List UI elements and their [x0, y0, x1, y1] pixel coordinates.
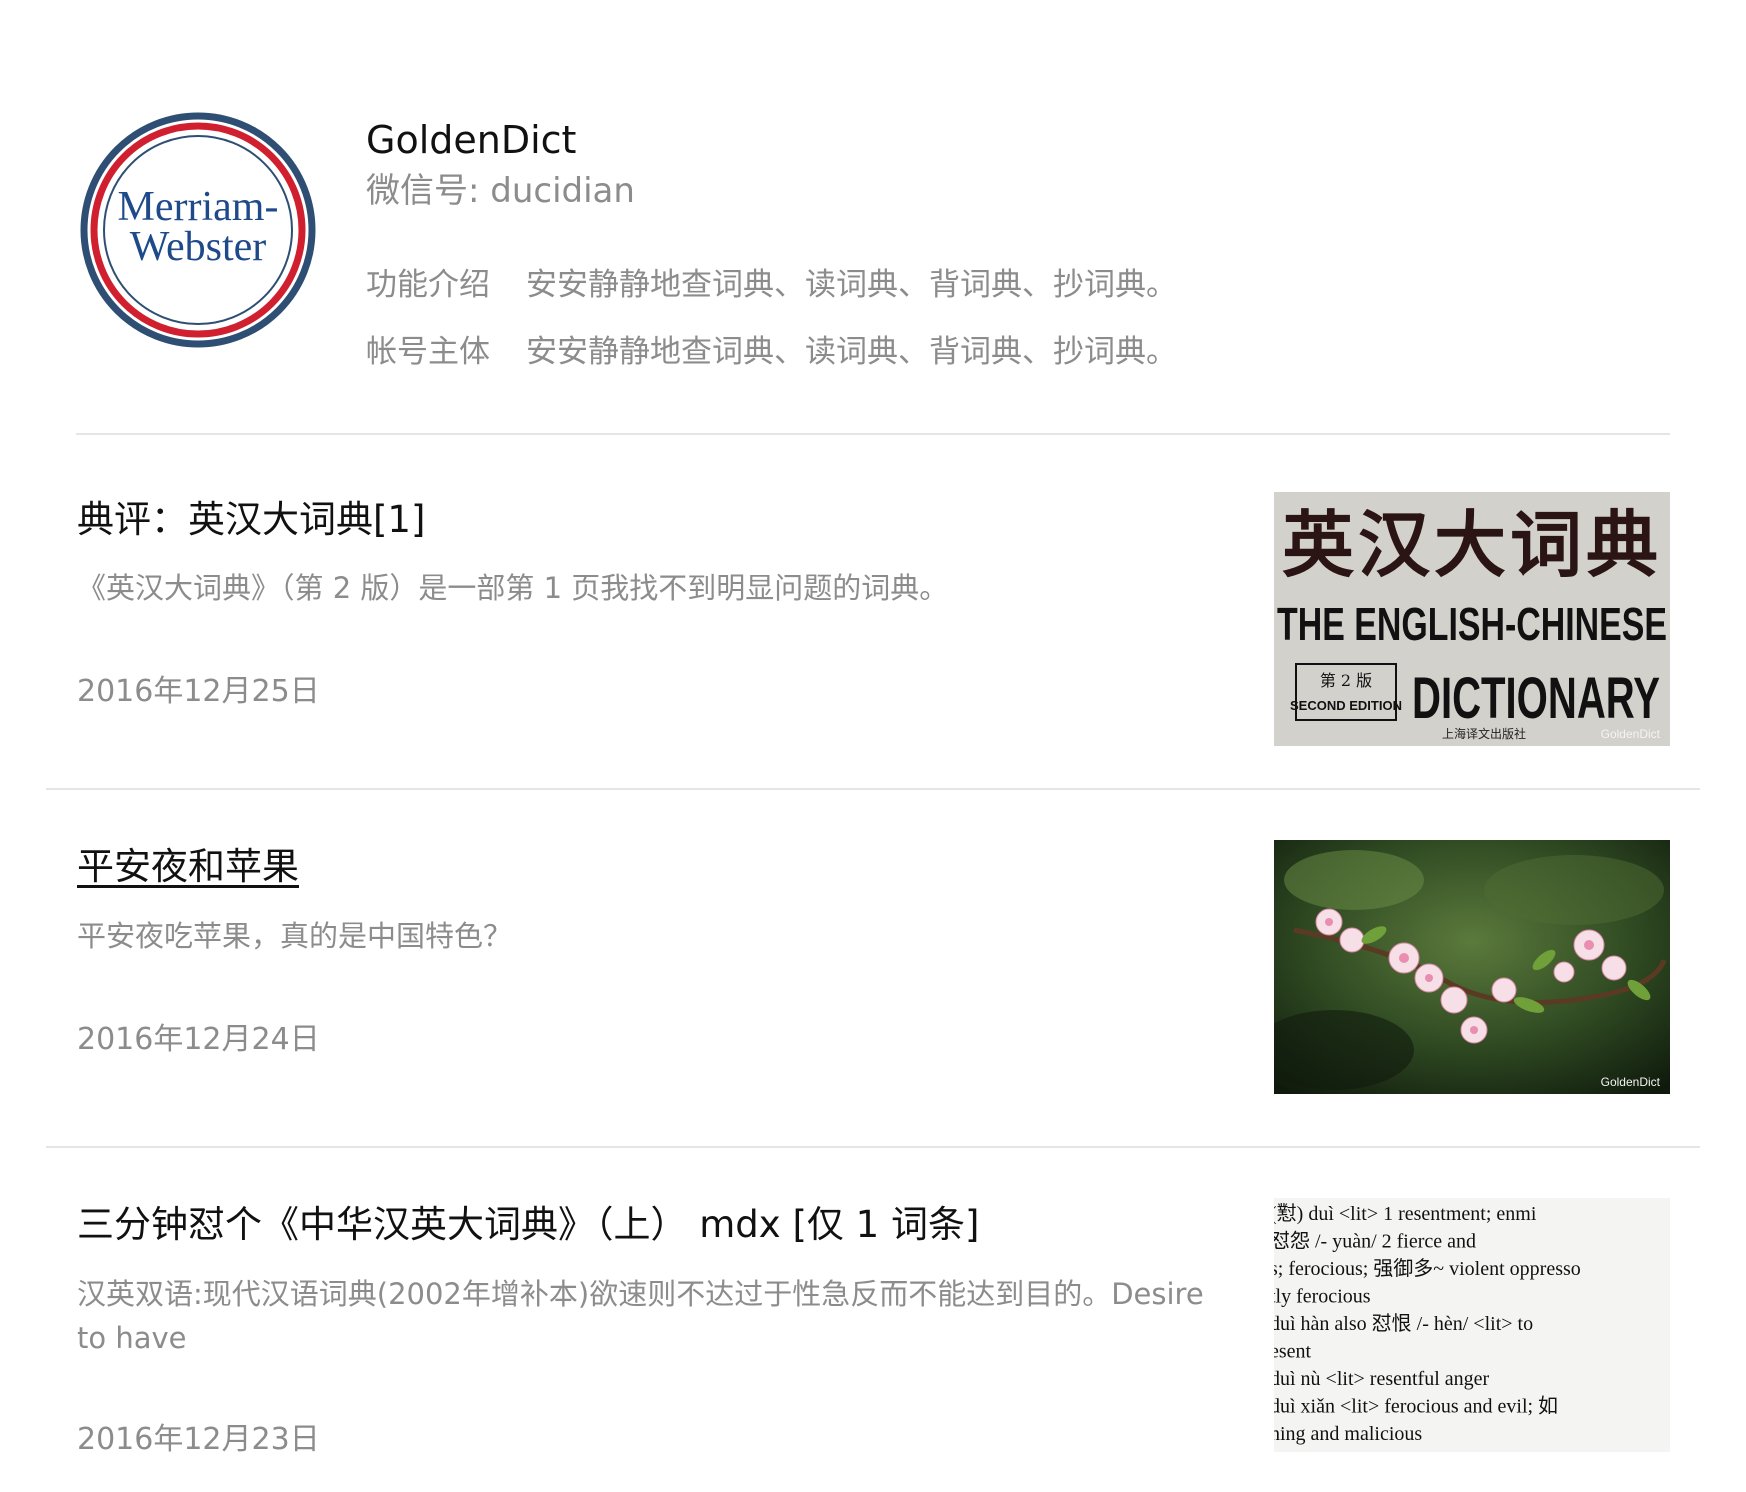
- wechat-id: 微信号: ducidian: [366, 171, 635, 211]
- svg-text:上海译文出版社: 上海译文出版社: [1442, 726, 1526, 741]
- svg-text:Webster: Webster: [130, 224, 267, 270]
- svg-text:英汉大词典: 英汉大词典: [1282, 502, 1662, 587]
- article-digest: 汉英双语:现代汉语词典(2002年增补本)欲速则不达过于性急反而不能达到目的。D…: [77, 1277, 1204, 1355]
- account-profile: Merriam- Webster GoldenDict 微信号: ducidia…: [0, 0, 1746, 440]
- dictionary-line: (懟) duì <lit> 1 resentment; enmi: [1274, 1202, 1537, 1225]
- article-digest: 平安夜吃苹果，真的是中国特色？: [77, 919, 513, 953]
- info-label: 功能介绍: [366, 267, 490, 303]
- info-value: 安安静静地查词典、读词典、背词典、抄词典。: [526, 334, 1177, 370]
- dictionary-line: s; ferocious; 强御多~ violent oppresso: [1274, 1257, 1581, 1280]
- article-date: 2016年12月25日: [77, 674, 320, 709]
- svg-text:GoldenDict: GoldenDict: [1601, 1075, 1661, 1089]
- svg-text:第 2 版: 第 2 版: [1320, 671, 1372, 690]
- info-row-owner: 帐号主体 安安静静地查词典、读词典、背词典、抄词典。: [366, 332, 1177, 372]
- svg-text:DICTIONARY: DICTIONARY: [1412, 666, 1660, 731]
- info-value: 安安静静地查词典、读词典、背词典、抄词典。: [526, 267, 1177, 303]
- dictionary-line: esent: [1274, 1341, 1312, 1363]
- article-title[interactable]: 平安夜和苹果: [77, 844, 299, 890]
- article-thumbnail[interactable]: 英汉大词典 THE ENGLISH-CHINESE 第 2 版 SECOND E…: [1274, 492, 1670, 746]
- article-date: 2016年12月24日: [77, 1022, 320, 1057]
- article-thumbnail[interactable]: (懟) duì <lit> 1 resentment; enmi 怼怨 /- y…: [1274, 1198, 1670, 1452]
- article-date: 2016年12月23日: [77, 1422, 320, 1457]
- article-title[interactable]: 三分钟怼个《中华汉英大词典》（上） mdx [仅 1 词条]: [77, 1202, 979, 1248]
- info-label: 帐号主体: [366, 334, 490, 370]
- dictionary-line: duì hàn also 怼恨 /- hèn/ <lit> to: [1274, 1312, 1533, 1335]
- article-item[interactable]: 平安夜和苹果 平安夜吃苹果，真的是中国特色？ 2016年12月24日 Golde…: [0, 790, 1746, 1146]
- article-title[interactable]: 典评：英汉大词典[1]: [77, 497, 425, 543]
- svg-text:SECOND EDITION: SECOND EDITION: [1290, 698, 1402, 713]
- account-name: GoldenDict: [366, 118, 577, 162]
- article-item[interactable]: 三分钟怼个《中华汉英大词典》（上） mdx [仅 1 词条] 汉英双语:现代汉语…: [0, 1148, 1746, 1492]
- dictionary-line: 怼怨 /- yuàn/ 2 fierce and: [1274, 1230, 1476, 1253]
- article-digest: 《英汉大词典》（第 2 版）是一部第 1 页我找不到明显问题的词典。: [77, 571, 949, 605]
- svg-text:THE ENGLISH-CHINESE: THE ENGLISH-CHINESE: [1277, 598, 1667, 650]
- header-divider: [76, 433, 1670, 435]
- info-row-function: 功能介绍 安安静静地查词典、读词典、背词典、抄词典。: [366, 265, 1177, 305]
- article-thumbnail[interactable]: GoldenDict: [1274, 840, 1670, 1094]
- dictionary-line: duì nù <lit> resentful anger: [1274, 1368, 1490, 1390]
- dictionary-line: hing and malicious: [1274, 1423, 1422, 1445]
- article-item[interactable]: 典评：英汉大词典[1] 《英汉大词典》（第 2 版）是一部第 1 页我找不到明显…: [0, 440, 1746, 790]
- account-avatar-logo: Merriam- Webster: [80, 112, 316, 348]
- svg-text:GoldenDict: GoldenDict: [1601, 727, 1661, 741]
- dictionary-line: tly ferocious: [1274, 1286, 1371, 1308]
- dictionary-line: duì xiǎn <lit> ferocious and evil; 如: [1274, 1395, 1558, 1418]
